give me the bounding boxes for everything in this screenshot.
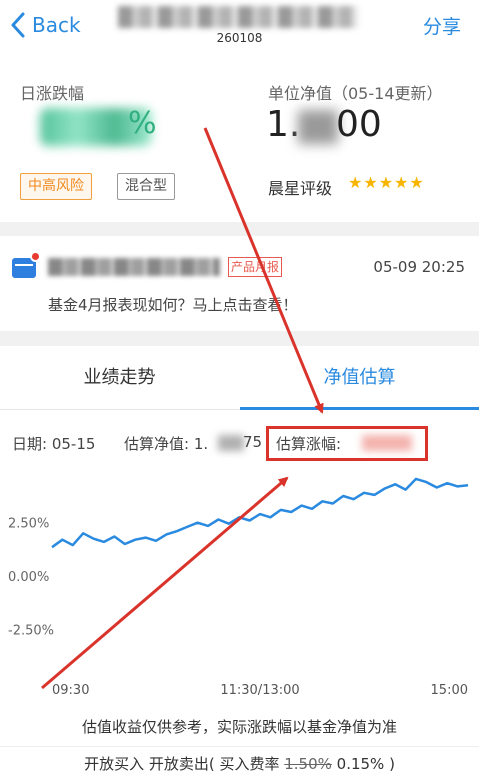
y-tick-label: 2.50%	[8, 517, 49, 532]
y-tick-label: -2.50%	[8, 623, 54, 638]
estimate-date: 日期: 05-15	[12, 435, 96, 453]
tab-estimate[interactable]: 净值估算	[240, 346, 479, 410]
estimate-net-redacted	[218, 435, 244, 451]
estimate-net-label: 估算净值: 1.	[124, 435, 209, 453]
tab-performance[interactable]: 业绩走势	[0, 346, 239, 410]
trade-status-prefix: 开放买入 开放卖出( 买入费率	[84, 755, 285, 773]
x-tick-label: 15:00	[431, 683, 468, 698]
fund-code: 260108	[216, 31, 263, 45]
chart-svg: 2.50% 0.00% -2.50% 09:30 11:30/13:00 15:00	[8, 477, 469, 698]
unit-nav-prefix: 1.	[266, 104, 301, 145]
fund-type-tag: 混合型	[117, 173, 175, 200]
series-line	[51, 477, 469, 549]
trade-status: 开放买入 开放卖出( 买入费率 1.50% 0.15% )	[0, 746, 479, 779]
unit-nav-redacted	[298, 110, 338, 144]
unit-nav-suffix: 00	[336, 104, 382, 145]
unread-badge	[30, 251, 41, 262]
daily-change-label: 日涨跌幅	[20, 84, 85, 103]
tab-bar: 业绩走势 净值估算	[0, 346, 479, 410]
intraday-chart: 2.50% 0.00% -2.50% 09:30 11:30/13:00 15:00	[0, 472, 479, 708]
fee-actual: 0.15% )	[331, 755, 395, 773]
star-rating: ★★★★★	[348, 173, 425, 192]
fee-original: 1.50%	[284, 755, 332, 773]
y-tick-label: 0.00%	[8, 570, 49, 585]
disclaimer-text: 估值收益仅供参考，实际涨跌幅以基金净值为准	[81, 718, 397, 736]
highlight-box	[266, 426, 428, 461]
news-text: 基金4月报表现如何？马上点击查看！	[48, 296, 298, 314]
news-title-redacted	[48, 258, 220, 276]
share-button[interactable]: 分享	[423, 12, 461, 39]
rating-label: 晨星评级	[268, 179, 333, 198]
daily-change-percent: %	[128, 106, 157, 141]
news-tag: 产品月报	[228, 257, 283, 277]
x-tick-label: 11:30/13:00	[220, 683, 299, 698]
news-time: 05-09 20:25	[373, 258, 465, 276]
news-item[interactable]: 产品月报 05-09 20:25 基金4月报表现如何？马上点击查看！	[0, 236, 479, 331]
nav-bar: Back 260108 分享	[0, 0, 479, 62]
fund-name-redacted	[118, 6, 358, 28]
active-tab-indicator	[240, 407, 479, 410]
estimate-net-suffix: 75	[243, 433, 263, 451]
unit-nav-label: 单位净值（05-14更新）	[268, 84, 443, 103]
risk-level-tag: 中高风险	[20, 173, 92, 200]
fund-info-panel: 日涨跌幅 % 单位净值（05-14更新） 1. 00 中高风险 混合型 晨星评级…	[0, 62, 479, 222]
x-tick-label: 09:30	[52, 683, 89, 698]
